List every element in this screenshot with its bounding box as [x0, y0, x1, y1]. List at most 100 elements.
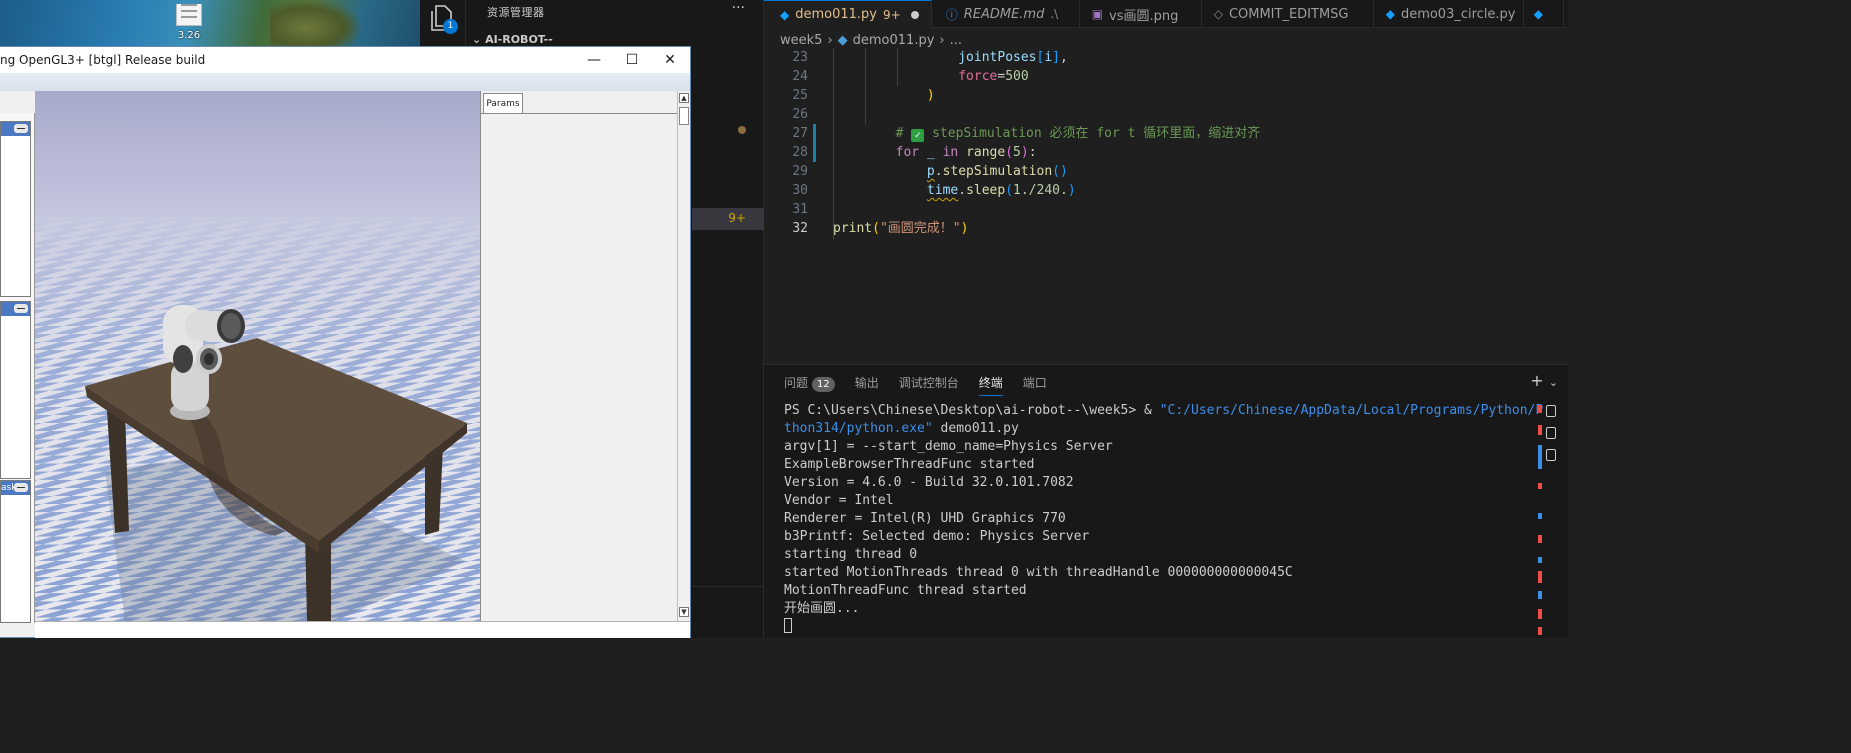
code-line: 32 print("画圆完成！"): [792, 221, 969, 236]
code-editor[interactable]: 23 jointPoses[i], 24 force=500 25 ) 26 2…: [764, 48, 1568, 364]
tab-label: demo011.py: [795, 7, 877, 22]
3d-viewport[interactable]: [35, 91, 481, 621]
chevron-right-icon: ›: [939, 32, 945, 48]
tab-commit-editmsg[interactable]: ◇ COMMIT_EDITMSG: [1202, 0, 1374, 28]
collapse-icon[interactable]: [14, 124, 28, 133]
terminal-instance-icon[interactable]: [1546, 405, 1556, 417]
tab-label: vs画圆.png: [1109, 8, 1179, 24]
unsaved-dot-icon[interactable]: [910, 10, 919, 19]
tab-readme[interactable]: ⓘ README.md .\: [932, 0, 1080, 28]
terminal-instance-icon[interactable]: [1546, 427, 1556, 439]
python-file-icon: ◆: [780, 7, 790, 22]
collapse-icon[interactable]: [14, 304, 28, 313]
wallpaper-island: [270, 0, 360, 46]
panel-tab-output[interactable]: 输出: [855, 374, 879, 396]
panel-tab-bar: 问题 12 输出 调试控制台 终端 端口: [784, 374, 1047, 396]
python-file-icon: ◆: [1385, 7, 1395, 21]
explorer-badge: 1: [443, 19, 458, 34]
tab-label: COMMIT_EDITMSG: [1228, 6, 1349, 22]
minimize-button[interactable]: —: [576, 50, 612, 70]
window-titlebar[interactable]: ng OpenGL3+ [btgl] Release build — ☐ ✕: [0, 47, 690, 73]
side-panel[interactable]: [0, 121, 31, 297]
terminal-output[interactable]: PS C:\Users\Chinese\Desktop\ai-robot--\w…: [784, 402, 1544, 636]
simulation-scene: [35, 91, 481, 621]
explorer-section-header[interactable]: ⌄ AI-ROBOT--: [472, 33, 553, 46]
code-line: 23 jointPoses[i],: [792, 50, 1068, 65]
desktop-file-label: 3.26: [177, 30, 201, 41]
collapse-icon[interactable]: [14, 483, 28, 492]
panel-tab-ports[interactable]: 端口: [1023, 374, 1047, 396]
panel-tab-debug-console[interactable]: 调试控制台: [899, 374, 959, 396]
problem-count-badge: 9+: [728, 211, 746, 225]
scroll-down-icon[interactable]: ▼: [679, 607, 689, 617]
close-button[interactable]: ✕: [652, 50, 688, 70]
terminal-line: b3Printf: Selected demo: Physics Server: [784, 529, 1090, 544]
breadcrumb-folder[interactable]: week5: [780, 33, 822, 48]
window-menu-band: [0, 73, 690, 91]
info-icon: ⓘ: [945, 7, 958, 22]
chevron-down-icon: ⌄: [472, 33, 482, 46]
bottom-panel: 问题 12 输出 调试控制台 终端 端口 + ⌄ PS C:\Users\Chin…: [764, 364, 1568, 638]
terminal-prompt: PS C:\Users\Chinese\Desktop\ai-robot--\w…: [784, 403, 1160, 418]
image-file-icon: ▣: [1091, 7, 1104, 21]
params-body[interactable]: [481, 113, 678, 621]
breadcrumb-file[interactable]: demo011.py: [853, 33, 935, 48]
window-bottom-band: [35, 621, 690, 638]
terminal-line: ExampleBrowserThreadFunc started: [784, 457, 1035, 472]
panel-tab-problems[interactable]: 问题 12: [784, 374, 835, 396]
code-line: 30 time.sleep(1./240.): [792, 183, 1076, 198]
scroll-thumb[interactable]: [679, 107, 689, 125]
tab-label: demo03_circle.py: [1400, 6, 1516, 22]
tab-overflow[interactable]: ◆: [1524, 0, 1564, 28]
chevron-right-icon: ›: [827, 32, 833, 48]
breadcrumb-symbol[interactable]: ...: [950, 33, 962, 48]
explorer-title: 资源管理器: [487, 6, 545, 19]
tab-demo03-circle[interactable]: ◆ demo03_circle.py: [1374, 0, 1524, 28]
terminal-line: Vendor = Intel: [784, 493, 894, 508]
terminal-line: argv[1] = --start_demo_name=Physics Serv…: [784, 439, 1113, 454]
terminal-scrollbar[interactable]: [1538, 405, 1542, 635]
terminal-line: MotionThreadFunc thread started: [784, 583, 1027, 598]
tab-detail: .\: [1050, 7, 1059, 21]
left-panel-column: ask: [0, 113, 35, 623]
params-panel: Params: [480, 91, 678, 621]
terminal-line: starting thread 0: [784, 547, 918, 562]
terminal-line: Renderer = Intel(R) UHD Graphics 770: [784, 511, 1066, 526]
chevron-down-icon: ⌄: [1548, 376, 1558, 389]
explorer-divider: [692, 586, 764, 587]
window-scrollbar[interactable]: ▲ ▼: [677, 91, 690, 621]
side-panel-task[interactable]: ask: [0, 480, 31, 623]
explorer-section-title: AI-ROBOT--: [485, 33, 553, 46]
code-line: 29 p.stepSimulation(): [792, 164, 1068, 179]
problems-count-badge: 12: [812, 377, 835, 392]
side-panel[interactable]: [0, 301, 31, 479]
params-tab[interactable]: Params: [483, 93, 523, 113]
check-mark-icon: ✓: [911, 129, 925, 142]
desktop-file[interactable]: 3.26: [170, 0, 208, 42]
terminal-line: Version = 4.6.0 - Build 32.0.101.7082: [784, 475, 1074, 490]
sky-background: [35, 91, 481, 217]
code-line: 28 for _ in range(5):: [792, 145, 1037, 160]
terminal-instances: [1546, 405, 1558, 471]
tab-vs-png[interactable]: ▣ vs画圆.png: [1080, 0, 1202, 28]
code-line: 27 # ✓ stepSimulation 必须在 for t 循环里面，缩进对…: [792, 126, 1261, 142]
breadcrumb: week5 › ◆ demo011.py › ...: [764, 30, 962, 50]
panel-tab-terminal[interactable]: 终端: [978, 374, 1003, 396]
terminal-line: started MotionThreads thread 0 with thre…: [784, 565, 1293, 580]
tab-problem-count: 9+: [883, 7, 901, 22]
window-title: ng OpenGL3+ [btgl] Release build: [0, 53, 206, 67]
terminal-exe-path-cont: thon314/python.exe": [784, 421, 933, 436]
explorer-more-icon[interactable]: ···: [732, 0, 745, 16]
python-file-icon: ◆: [837, 32, 848, 48]
explorer-active-row[interactable]: 9+: [692, 208, 764, 230]
screen: 3.26 1 资源管理器 ··· ⌄ AI-ROBOT-- 9+ ◆ demo0…: [0, 0, 1568, 638]
python-file-icon: ◆: [1533, 7, 1543, 21]
terminal-script: demo011.py: [932, 421, 1019, 436]
modified-dot-icon: [738, 126, 746, 134]
scroll-up-icon[interactable]: ▲: [679, 93, 689, 103]
terminal-exe-path: "C:/Users/Chinese/AppData/Local/Programs…: [1159, 403, 1544, 418]
new-terminal-icon[interactable]: + ⌄: [1530, 371, 1558, 390]
tab-demo011[interactable]: ◆ demo011.py 9+: [764, 0, 932, 28]
terminal-instance-icon[interactable]: [1546, 449, 1556, 461]
maximize-button[interactable]: ☐: [614, 50, 650, 70]
